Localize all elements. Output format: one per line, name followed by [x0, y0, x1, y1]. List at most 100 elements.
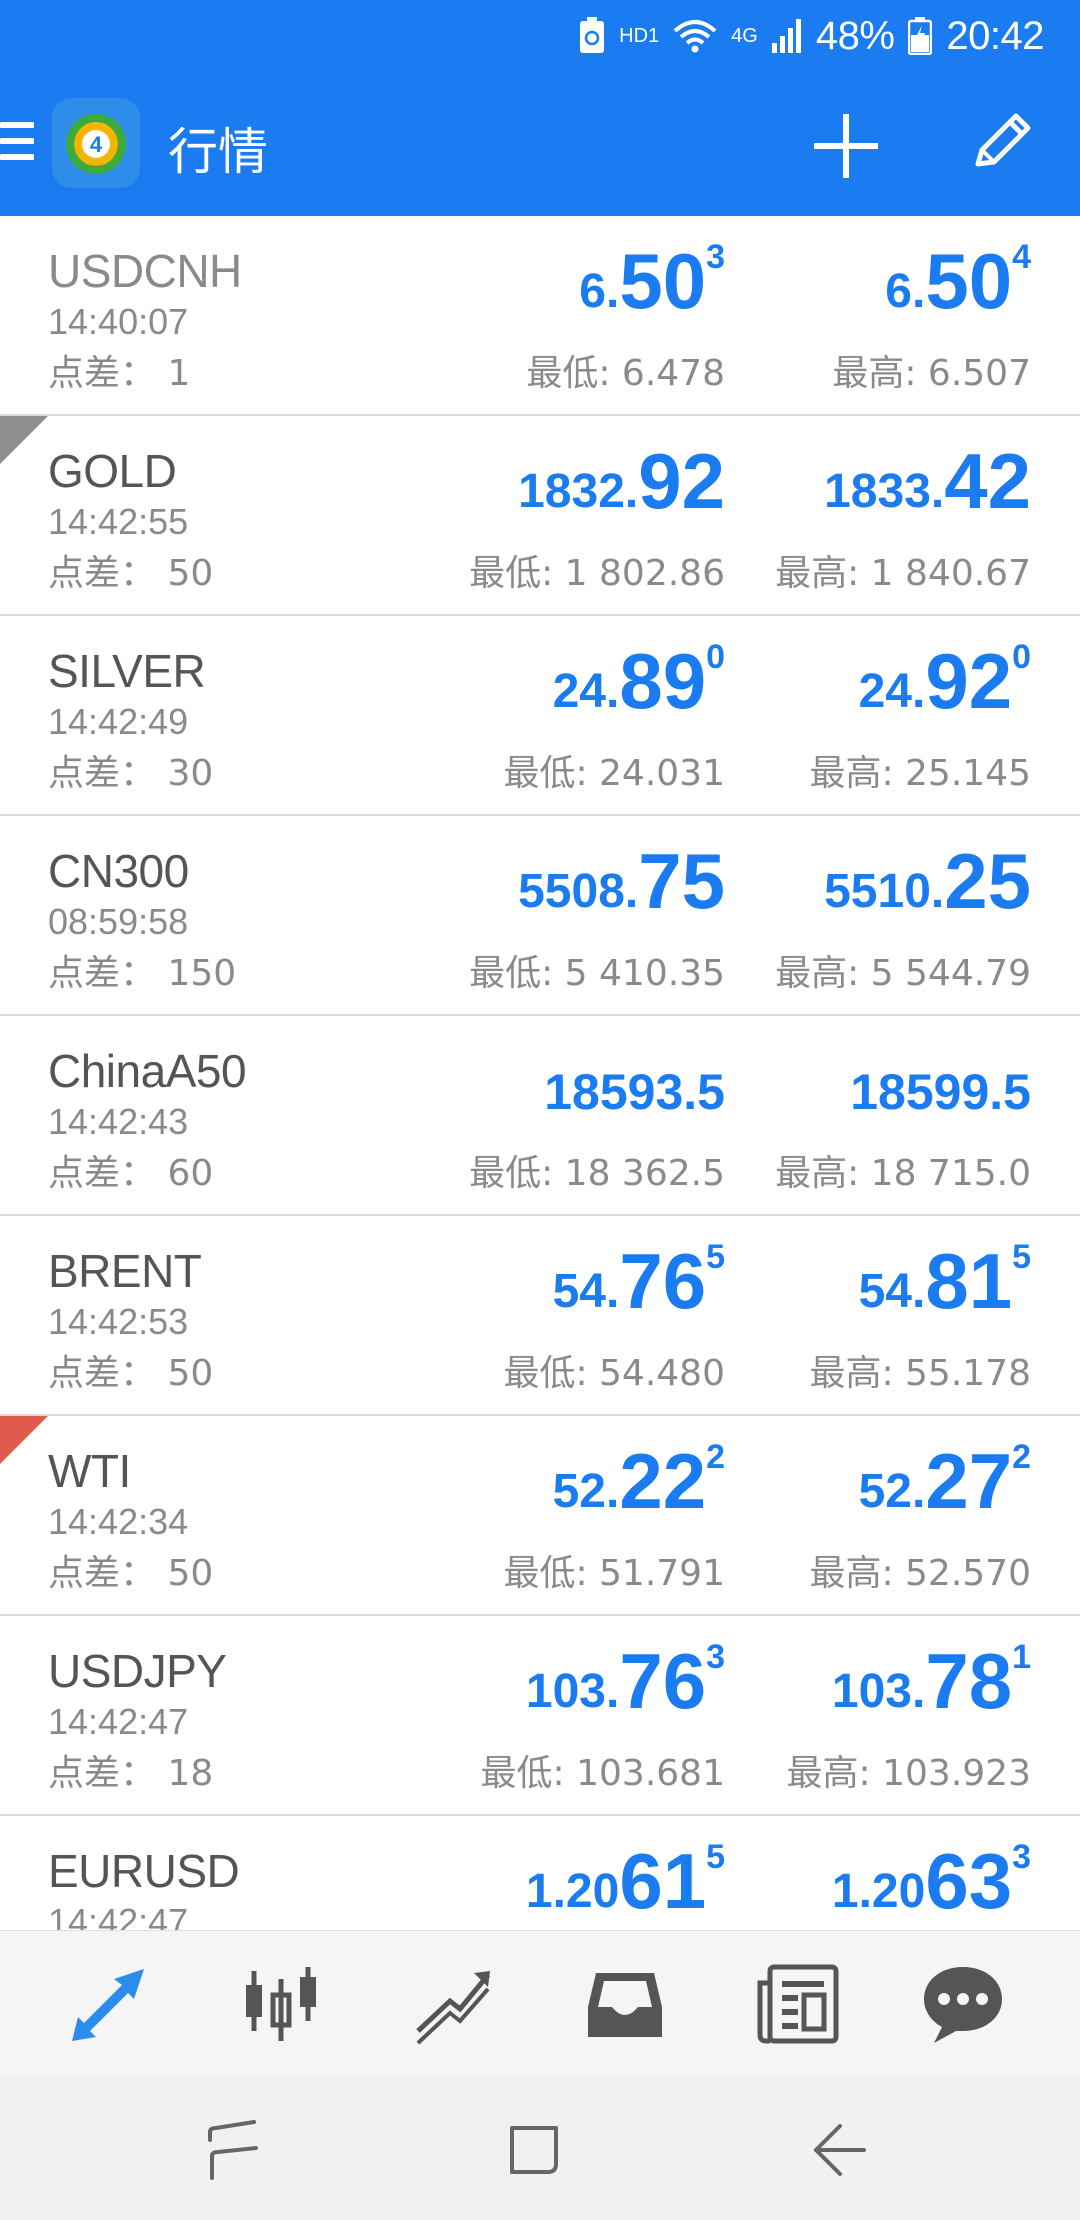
history-inbox-icon[interactable]	[582, 1961, 668, 2047]
quote-time: 14:42:49	[48, 701, 189, 742]
status-bar: HD1 4G 48% 20:42	[0, 0, 1080, 72]
quote-row-eurusd[interactable]: EURUSD 14:42:47 1.20 61 5 1.20 63 3	[0, 1816, 1080, 1930]
quote-row-gold[interactable]: GOLD 14:42:55 点差： 50 1832. 92 1833. 42 最低:…	[0, 416, 1080, 616]
bid-price-prefix: 24.	[552, 665, 620, 718]
low-price: 最低: 6.478	[526, 353, 725, 394]
recent-apps-icon[interactable]	[202, 2118, 266, 2182]
bid-price-pips: 76	[619, 1637, 707, 1725]
quote-time: 14:42:43	[48, 1101, 189, 1142]
bid-price: 18593.5	[544, 1036, 725, 1122]
high-price: 最高: 25.145	[809, 753, 1031, 794]
price-change-indicator	[0, 1416, 48, 1464]
symbol-name: CN300	[48, 845, 189, 897]
bid-price-prefix: 1.20	[525, 1865, 620, 1918]
bid-price: 24. 89 0	[553, 636, 725, 722]
bottom-tab-bar	[0, 1930, 1080, 2076]
ask-price: 52. 27 2	[859, 1436, 1031, 1522]
quote-row-silver[interactable]: SILVER 14:42:49 点差： 30 24. 89 0 24. 92 0 最低:…	[0, 616, 1080, 816]
svg-text:4: 4	[90, 132, 103, 157]
bid-price: 6. 50 3	[579, 236, 725, 322]
high-price: 最高: 1 840.67	[775, 553, 1031, 594]
ask-price-prefix: 18599.5	[850, 1064, 1031, 1120]
bid-price-prefix: 18593.5	[544, 1064, 725, 1120]
bid-price-prefix: 5508.	[518, 865, 639, 918]
ask-price-prefix: 1833.	[824, 465, 945, 518]
ask-price-prefix: 6.	[885, 265, 926, 318]
quote-row-usdjpy[interactable]: USDJPY 14:42:47 点差： 18 103. 76 3 103. 78 1 最…	[0, 1616, 1080, 1816]
bid-price-prefix: 103.	[525, 1665, 620, 1718]
bid-price-pips: 61	[619, 1837, 707, 1925]
bid-price-prefix: 1832.	[518, 465, 639, 518]
battery-icon	[908, 17, 933, 55]
quote-time: 14:42:55	[48, 501, 189, 542]
ask-price-prefix: 24.	[858, 665, 926, 718]
bid-price-fraction: 5	[706, 1238, 725, 1276]
ask-price-pips: 25	[944, 837, 1031, 925]
ask-price-fraction: 5	[1012, 1238, 1031, 1276]
ask-price-pips: 27	[925, 1437, 1013, 1525]
quote-row-chinaa50[interactable]: ChinaA50 14:42:43 点差： 60 18593.5 18599.5…	[0, 1016, 1080, 1216]
bid-price: 103. 76 3	[526, 1636, 725, 1722]
ask-price-prefix: 1.20	[831, 1865, 926, 1918]
trade-lines-icon[interactable]	[410, 1961, 496, 2047]
bid-price-pips: 22	[619, 1437, 707, 1525]
edit-pencil-icon[interactable]	[964, 106, 1040, 182]
ask-price-fraction: 1	[1012, 1638, 1031, 1676]
quote-time: 14:42:47	[48, 1701, 189, 1742]
page-title: 行情	[168, 123, 268, 181]
bid-price: 5508. 75	[518, 836, 725, 922]
symbol-name: EURUSD	[48, 1845, 240, 1897]
system-nav-bar	[0, 2076, 1080, 2220]
bid-price-fraction: 2	[706, 1438, 725, 1476]
ask-price-pips: 63	[925, 1837, 1013, 1925]
quote-time: 14:42:47	[48, 1901, 189, 1930]
menu-icon[interactable]	[0, 122, 34, 168]
ask-price: 1833. 42	[824, 436, 1031, 522]
app-bar: 4 行情	[0, 72, 1080, 216]
symbol-name: BRENT	[48, 1245, 202, 1297]
quote-row-cn300[interactable]: CN300 08:59:58 点差： 150 5508. 75 5510. 25 最…	[0, 816, 1080, 1016]
low-price: 最低: 1 802.86	[469, 553, 725, 594]
bid-price-pips: 89	[619, 637, 707, 725]
high-price: 最高: 5 544.79	[775, 953, 1031, 994]
ask-price-prefix: 54.	[858, 1265, 926, 1318]
quote-row-wti[interactable]: WTI 14:42:34 点差： 50 52. 22 2 52. 27 2 最低: 51…	[0, 1416, 1080, 1616]
quote-list: USDCNH 14:40:07 点差： 1 6. 50 3 6. 50 4 最低: 6.…	[0, 216, 1080, 1930]
low-price: 最低: 18 362.5	[469, 1153, 725, 1194]
bid-price: 1.20 61 5	[526, 1836, 725, 1922]
ask-price-pips: 42	[944, 437, 1031, 525]
low-price: 最低: 24.031	[503, 753, 725, 794]
symbol-name: USDJPY	[48, 1645, 227, 1697]
bid-price: 1832. 92	[518, 436, 725, 522]
news-icon[interactable]	[756, 1961, 842, 2047]
spread-label: 点差： 30	[48, 753, 214, 794]
ask-price-prefix: 52.	[858, 1465, 926, 1518]
bid-price-fraction: 0	[706, 638, 725, 676]
menu-line	[0, 122, 34, 128]
spread-label: 点差： 18	[48, 1753, 214, 1794]
quote-row-brent[interactable]: BRENT 14:42:53 点差： 50 54. 76 5 54. 81 5 最低: …	[0, 1216, 1080, 1416]
quote-time: 14:42:34	[48, 1501, 189, 1542]
ask-price-pips: 92	[925, 637, 1013, 725]
high-price: 最高: 55.178	[809, 1353, 1031, 1394]
symbol-name: USDCNH	[48, 245, 242, 297]
ask-price: 24. 92 0	[859, 636, 1031, 722]
chat-icon[interactable]	[920, 1961, 1006, 2047]
quote-row-usdcnh[interactable]: USDCNH 14:40:07 点差： 1 6. 50 3 6. 50 4 最低: 6.…	[0, 216, 1080, 416]
clock: 20:42	[946, 13, 1044, 58]
ask-price-pips: 81	[925, 1237, 1013, 1325]
quotes-arrows-icon[interactable]	[66, 1961, 152, 2047]
back-button-icon[interactable]	[806, 2118, 870, 2182]
home-button-icon[interactable]	[502, 2118, 566, 2182]
bid-price-pips: 92	[638, 437, 725, 525]
ask-price-fraction: 2	[1012, 1438, 1031, 1476]
ask-price-pips: 78	[925, 1637, 1013, 1725]
quote-time: 14:40:07	[48, 301, 189, 342]
ask-price: 18599.5	[850, 1036, 1031, 1122]
status-icons: HD1 4G 48% 20:42	[579, 10, 1044, 62]
candlestick-chart-icon[interactable]	[238, 1961, 324, 2047]
bid-price-fraction: 3	[706, 1638, 725, 1676]
add-symbol-button[interactable]	[808, 108, 884, 184]
spread-label: 点差： 60	[48, 1153, 214, 1194]
spread-label: 点差： 1	[48, 353, 191, 394]
